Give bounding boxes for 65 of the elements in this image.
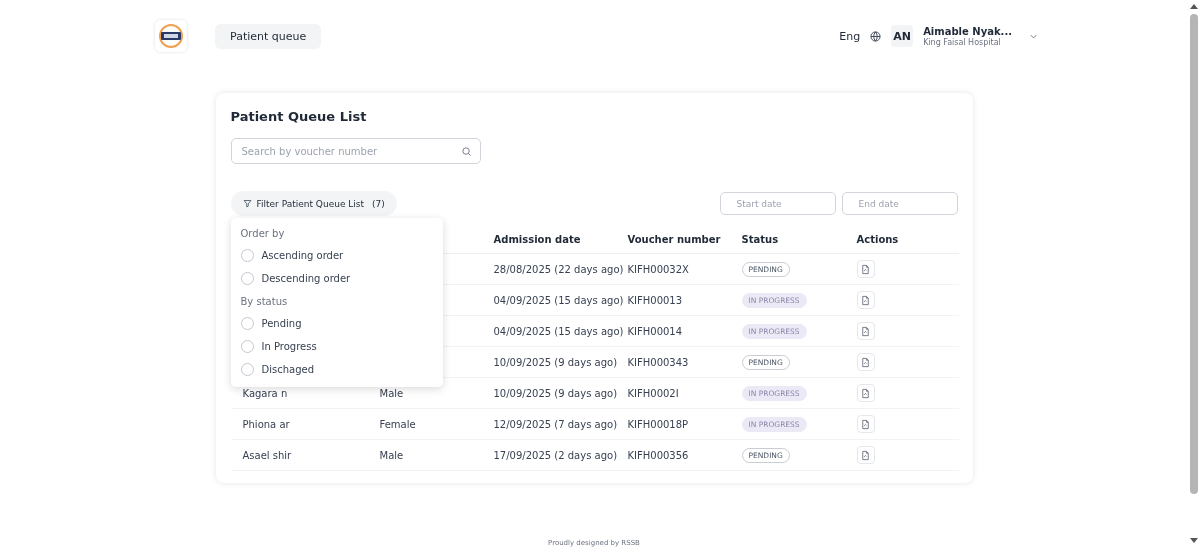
search-input[interactable]: Search by voucher number <box>239 144 461 158</box>
nav-tab[interactable]: Patient queue <box>215 23 322 49</box>
gender: Male <box>379 387 404 399</box>
menu-heading: By status <box>240 295 289 309</box>
voucher-number: KIFH000356 <box>627 449 689 461</box>
document-icon <box>860 418 871 430</box>
filter-button[interactable]: Filter Patient Queue List (7) <box>230 191 397 216</box>
filter-option[interactable]: Pending <box>240 312 433 335</box>
user-name: Aimable Nyak... <box>923 25 1012 37</box>
hospital-name: King Faisal Hospital <box>923 37 1002 47</box>
column-header: Voucher number <box>615 226 730 254</box>
radio-button[interactable] <box>240 317 254 330</box>
document-button[interactable] <box>856 260 875 278</box>
filter-option[interactable]: Descending order <box>240 267 433 290</box>
document-button[interactable] <box>856 322 875 340</box>
document-button[interactable] <box>856 415 875 433</box>
card-title: Patient Queue List <box>230 109 368 124</box>
filter-option[interactable]: Ascending order <box>240 244 433 267</box>
end-date-field[interactable]: End date <box>841 192 958 215</box>
voucher-number: KIFH00013 <box>627 294 683 306</box>
radio-button[interactable] <box>240 249 254 262</box>
document-button[interactable] <box>856 446 875 464</box>
column-header: Status <box>729 226 845 254</box>
document-button[interactable] <box>856 353 875 371</box>
logo <box>155 20 187 52</box>
voucher-number: KIFH000343 <box>627 356 689 368</box>
user-avatar: AN <box>891 25 914 47</box>
radio-button[interactable] <box>240 340 254 353</box>
document-icon <box>860 325 871 337</box>
admission-date: 17/09/2025 (2 days ago) <box>493 449 618 461</box>
filter-option[interactable]: Dischaged <box>240 358 433 381</box>
admission-date: 10/09/2025 (9 days ago) <box>493 387 618 399</box>
column-header: Actions <box>844 226 959 254</box>
voucher-number: KIFH0002I <box>627 387 679 399</box>
document-button[interactable] <box>856 291 875 309</box>
voucher-number: KIFH00032X <box>627 263 689 275</box>
radio-button[interactable] <box>240 272 254 285</box>
admission-date: 10/09/2025 (9 days ago) <box>493 356 618 368</box>
voucher-number: KIFH00014 <box>627 325 683 337</box>
search-field[interactable]: Search by voucher number <box>230 138 481 164</box>
filter-icon <box>242 199 252 208</box>
patient-name: Asael shir <box>242 449 292 461</box>
document-icon <box>860 449 871 461</box>
gender: Female <box>379 418 416 430</box>
patient-name: Kagara n <box>242 387 288 399</box>
patient-name: Phiona ar <box>242 418 290 430</box>
document-icon <box>860 356 871 368</box>
search-icon <box>460 145 472 157</box>
column-header: Admission date <box>481 226 616 254</box>
language-label[interactable]: Eng <box>839 29 861 43</box>
document-icon <box>860 263 871 275</box>
gender: Male <box>379 449 404 461</box>
voucher-number: KIFH00018P <box>627 418 689 430</box>
admission-date: 12/09/2025 (7 days ago) <box>493 418 618 430</box>
filter-option[interactable]: In Progress <box>240 335 433 358</box>
start-date-field[interactable]: Start date <box>719 192 836 215</box>
document-button[interactable] <box>856 384 875 402</box>
menu-heading: Order by <box>240 227 286 241</box>
radio-button[interactable] <box>240 363 254 376</box>
globe-icon[interactable] <box>870 30 882 42</box>
document-icon <box>860 387 871 399</box>
admission-date: 04/09/2025 (15 days ago) <box>493 325 624 337</box>
document-icon <box>860 294 871 306</box>
admission-date: 04/09/2025 (15 days ago) <box>493 294 624 306</box>
admission-date: 28/08/2025 (22 days ago) <box>493 263 624 275</box>
